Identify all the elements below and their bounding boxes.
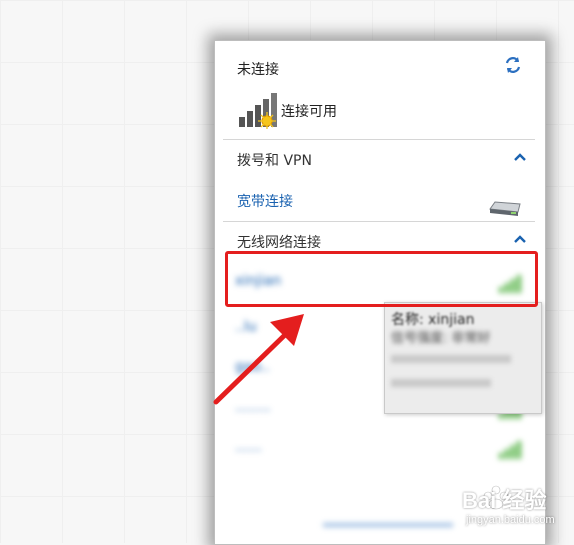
tooltip-signal-strength: 信号强度: 非常好 [391, 331, 491, 346]
connections-available-label: 连接可用 [281, 104, 337, 120]
dialup-vpn-label: 拨号和 VPN [237, 153, 312, 169]
tooltip-line [391, 379, 491, 387]
wifi-name: ..lu [235, 319, 257, 335]
wifi-signal-icon [499, 441, 521, 459]
chevron-up-icon[interactable] [513, 150, 527, 164]
watermark-url: jingyan.baidu.com [466, 514, 555, 526]
watermark-brand: Bai 经验 [462, 488, 547, 513]
wifi-name: ........ [235, 399, 271, 415]
broadband-connection-link[interactable]: 宽带连接 [237, 191, 293, 211]
wifi-name: gao.. [235, 359, 270, 375]
wifi-item[interactable]: ...... [223, 429, 541, 469]
network-tooltip: 名称: xinjian 信号强度: 非常好 [384, 302, 542, 414]
wireless-section-label: 无线网络连接 [237, 235, 321, 251]
modem-icon [489, 201, 521, 216]
chevron-up-icon[interactable] [513, 232, 527, 246]
dialup-vpn-section[interactable]: 拨号和 VPN [223, 139, 535, 176]
highlight-box [225, 251, 538, 307]
connection-status-title: 未连接 [237, 62, 279, 78]
signal-bars-icon [239, 93, 277, 129]
tooltip-line [391, 355, 511, 363]
wifi-name: ...... [235, 439, 262, 455]
refresh-icon[interactable] [503, 55, 523, 75]
